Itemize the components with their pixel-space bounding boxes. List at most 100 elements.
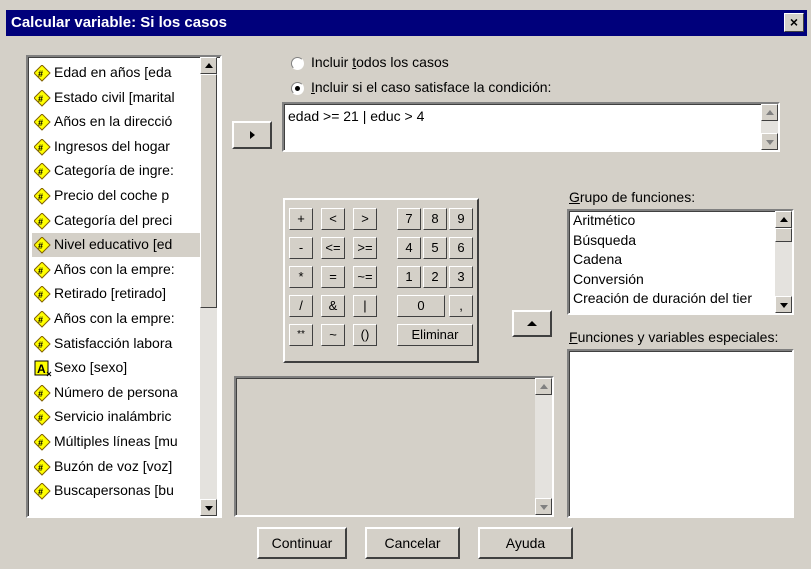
close-button[interactable]: × (784, 13, 804, 32)
function-group-items: Aritmético Búsqueda Cadena Conversión Creaci… (569, 211, 774, 313)
keypad-key[interactable]: + (289, 208, 313, 230)
desc-scroll-down[interactable] (535, 498, 552, 515)
keypad-key[interactable]: 6 (449, 237, 473, 259)
include-if-radio[interactable] (291, 82, 304, 95)
fg-scroll-down[interactable] (775, 296, 792, 313)
function-group-item[interactable]: Conversión (573, 271, 644, 287)
expression-scroll-up[interactable] (761, 104, 778, 121)
keypad-key[interactable]: 7 (397, 208, 421, 230)
variable-list-item[interactable]: # Ingresos del hogar (32, 135, 200, 159)
keypad-key[interactable]: ~ (321, 324, 345, 346)
condition-expression-input[interactable]: edad >= 21 | educ > 4 (282, 102, 780, 152)
expression-scroll-down[interactable] (761, 133, 778, 150)
keypad-key[interactable]: = (321, 266, 345, 288)
cancel-button-label: Cancelar (384, 535, 441, 551)
function-group-item[interactable]: Creación de duración del tier (573, 290, 752, 306)
function-group-item[interactable]: Creación de fechas (573, 310, 694, 314)
cancel-button[interactable]: Cancelar (365, 527, 460, 559)
variable-list-item[interactable]: # Categoría del preci (32, 209, 200, 233)
function-group-item[interactable]: Búsqueda (573, 232, 636, 248)
help-button-label: Ayuda (505, 535, 546, 551)
scale-icon: # (33, 261, 51, 279)
variable-list-item[interactable]: # Servicio inalámbric (32, 405, 200, 429)
keypad-key[interactable]: 4 (397, 237, 421, 259)
continue-button[interactable]: Continuar (257, 527, 347, 559)
keypad-key[interactable]: , (449, 295, 473, 317)
desc-scroll-up[interactable] (535, 378, 552, 395)
scroll-up-button[interactable] (200, 57, 217, 74)
special-functions-list[interactable] (567, 349, 794, 518)
function-group-list[interactable]: Aritmético Búsqueda Cadena Conversión Creaci… (567, 209, 794, 315)
keypad-key[interactable]: ** (289, 324, 313, 346)
svg-text:#: # (38, 438, 43, 448)
variable-list-item[interactable]: # Buzón de voz [voz] (32, 455, 200, 479)
keypad-key[interactable]: 2 (423, 266, 447, 288)
variable-list-item[interactable]: # Años con la empre: (32, 258, 200, 282)
svg-text:#: # (38, 413, 43, 423)
scroll-thumb[interactable] (200, 74, 217, 308)
variable-label: Sexo [sexo] (54, 359, 128, 376)
function-group-item[interactable]: Cadena (573, 251, 622, 267)
variable-list-item[interactable]: # Nivel educativo [ed (32, 233, 200, 258)
scale-icon: # (33, 384, 51, 402)
expression-scrollbar[interactable] (761, 104, 778, 150)
arrow-right-icon (250, 131, 255, 139)
arrow-up-icon (527, 321, 537, 326)
scroll-down-button[interactable] (200, 499, 217, 516)
svg-text:#: # (38, 241, 43, 251)
help-button[interactable]: Ayuda (478, 527, 573, 559)
keypad-key[interactable]: 9 (449, 208, 473, 230)
keypad-key[interactable]: 0 (397, 295, 445, 317)
keypad-key[interactable]: & (321, 295, 345, 317)
keypad-key[interactable]: 5 (423, 237, 447, 259)
variable-list-item[interactable]: # Precio del coche p (32, 184, 200, 208)
variable-list-item[interactable]: # Retirado [retirado] (32, 282, 200, 306)
arrow-down-icon (766, 140, 774, 145)
keypad-key[interactable]: ~= (353, 266, 377, 288)
function-group-item[interactable]: Aritmético (573, 212, 635, 228)
svg-text:#: # (38, 217, 43, 227)
function-group-scrollbar[interactable] (775, 211, 792, 313)
include-all-radio[interactable] (291, 57, 304, 70)
keypad-key[interactable]: 3 (449, 266, 473, 288)
fg-scroll-up[interactable] (775, 211, 792, 228)
variable-list-item[interactable]: # Buscapersonas [bu (32, 479, 200, 503)
string-icon: A (34, 360, 52, 377)
variable-list-item[interactable]: # Estado civil [marital (32, 86, 200, 110)
arrow-down-icon (540, 505, 548, 510)
keypad-key[interactable]: () (353, 324, 377, 346)
keypad-key[interactable]: / (289, 295, 313, 317)
variable-list[interactable]: # Edad en años [eda # Estado civil [marital… (26, 55, 222, 518)
description-scrollbar[interactable] (535, 378, 552, 515)
variable-list-item[interactable]: A Sexo [sexo] (32, 356, 200, 380)
keypad-key[interactable]: > (353, 208, 377, 230)
scale-icon: # (33, 285, 51, 304)
variable-list-item[interactable]: # Años en la direcció (32, 110, 200, 134)
variable-list-item[interactable]: # Años con la empre: (32, 307, 200, 331)
variable-list-item[interactable]: # Edad en años [eda (32, 61, 200, 85)
delete-key[interactable]: Eliminar (397, 324, 473, 346)
function-group-label: Grupo de funciones: (569, 189, 696, 205)
insert-function-button[interactable] (512, 310, 552, 337)
variable-list-item[interactable]: # Múltiples líneas [mu (32, 430, 200, 454)
keypad-key[interactable]: * (289, 266, 313, 288)
fg-scroll-thumb[interactable] (775, 228, 792, 242)
variable-list-item[interactable]: # Satisfacción labora (32, 332, 200, 356)
variable-list-item[interactable]: # Categoría de ingre: (32, 159, 200, 183)
title-bar[interactable]: Calcular variable: Si los casos × (6, 10, 807, 36)
variable-list-item[interactable]: # Número de persona (32, 381, 200, 405)
dialog-window: Calcular variable: Si los casos × # Edad … (0, 0, 811, 569)
keypad-key[interactable]: < (321, 208, 345, 230)
arrow-up-icon (205, 63, 213, 68)
keypad-key[interactable]: <= (321, 237, 345, 259)
keypad-key[interactable]: >= (353, 237, 377, 259)
keypad-key[interactable]: 1 (397, 266, 421, 288)
special-functions-label: Funciones y variables especiales: (569, 329, 779, 345)
keypad-key[interactable]: - (289, 237, 313, 259)
svg-text:#: # (38, 118, 43, 128)
keypad-key[interactable]: | (353, 295, 377, 317)
variable-list-scrollbar[interactable] (200, 57, 217, 516)
window-title: Calcular variable: Si los casos (11, 14, 227, 31)
move-variable-button[interactable] (232, 121, 272, 149)
keypad-key[interactable]: 8 (423, 208, 447, 230)
